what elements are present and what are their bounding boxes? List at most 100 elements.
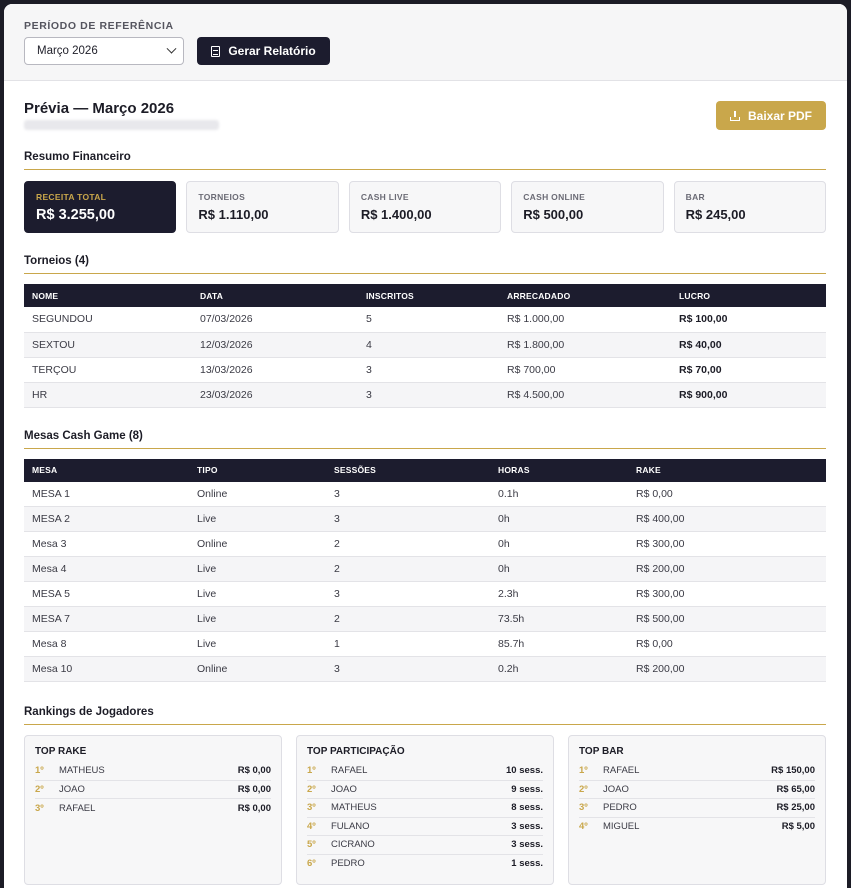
cell: SEGUNDOU	[24, 307, 192, 333]
cell: 2	[326, 531, 490, 557]
period-toolbar: PERÍODO DE REFERÊNCIA Março 2026 Gerar R…	[4, 4, 847, 81]
player-name: FULANO	[331, 820, 370, 832]
cell: R$ 0,00	[628, 631, 826, 657]
player-value: 9 sess.	[511, 783, 543, 795]
cell: 0h	[490, 531, 628, 557]
player-name: JOAO	[603, 783, 629, 795]
list-item: 1º MATHEUS R$ 0,00	[35, 762, 271, 781]
player-name: PEDRO	[331, 858, 365, 870]
period-label: PERÍODO DE REFERÊNCIA	[24, 20, 174, 32]
cell: R$ 200,00	[628, 556, 826, 582]
cell: Mesa 10	[24, 656, 189, 682]
download-icon	[729, 110, 740, 121]
column-header: MESA	[24, 458, 189, 482]
period-controls: Março 2026 Gerar Relatório	[24, 37, 330, 65]
player-name: RAFAEL	[59, 802, 96, 814]
table-row: SEXTOU 12/03/2026 4 R$ 1.800,00 R$ 40,00	[24, 332, 826, 358]
player-name: MATHEUS	[59, 765, 105, 777]
cell: 23/03/2026	[192, 382, 358, 408]
cell: 13/03/2026	[192, 357, 358, 383]
rank-position: 2º	[579, 783, 588, 795]
player-value: R$ 150,00	[771, 765, 815, 777]
preview-title: Prévia — Março 2026	[24, 100, 175, 117]
chevron-down-icon	[166, 43, 177, 54]
player-name: CICRANO	[331, 839, 375, 851]
cell: Mesa 3	[24, 531, 189, 557]
card-value: R$ 1.400,00	[360, 207, 432, 222]
table-row: MESA 5 Live 3 2.3h R$ 300,00	[24, 581, 826, 607]
cell: 3	[326, 656, 490, 682]
preview-header: Prévia — Março 2026 Baixar PDF	[24, 81, 826, 151]
period-select[interactable]: Março 2026	[24, 37, 184, 65]
rank-position: 3º	[35, 802, 44, 814]
tournaments-table: NOME DATA INSCRITOS ARRECADADO LUCRO SEG…	[24, 284, 826, 408]
rank-position: 4º	[307, 820, 316, 832]
cell: TERÇOU	[24, 357, 192, 383]
rank-position: 1º	[35, 765, 44, 777]
cell: 3	[326, 581, 490, 607]
table-row: MESA 1 Online 3 0.1h R$ 0,00	[24, 481, 826, 507]
table-row: Mesa 4 Live 2 0h R$ 200,00	[24, 556, 826, 582]
cell: R$ 70,00	[671, 357, 826, 383]
cell: R$ 200,00	[628, 656, 826, 682]
generate-report-button[interactable]: Gerar Relatório	[197, 37, 330, 65]
card-label: RECEITA TOTAL	[36, 192, 107, 202]
column-header: SESSÕES	[326, 458, 490, 482]
player-value: R$ 0,00	[237, 802, 271, 814]
table-row: HR 23/03/2026 3 R$ 4.500,00 R$ 900,00	[24, 382, 826, 408]
rank-position: 5º	[307, 839, 316, 851]
cell: Live	[189, 606, 326, 632]
card-label: CASH LIVE	[360, 192, 409, 202]
cell: HR	[24, 382, 192, 408]
document-icon	[211, 45, 221, 57]
table-header-row: NOME DATA INSCRITOS ARRECADADO LUCRO	[24, 284, 826, 307]
table-row: TERÇOU 13/03/2026 3 R$ 700,00 R$ 70,00	[24, 357, 826, 383]
ranking-top-participation: TOP PARTICIPAÇÃO 1º RAFAEL 10 sess. 2º JOAO…	[296, 735, 554, 885]
player-value: R$ 0,00	[237, 783, 271, 795]
player-value: 3 sess.	[511, 839, 543, 851]
cell: R$ 300,00	[628, 581, 826, 607]
cell: Live	[189, 556, 326, 582]
player-name: RAFAEL	[603, 765, 640, 777]
player-value: 3 sess.	[511, 820, 543, 832]
table-row: MESA 7 Live 2 73.5h R$ 500,00	[24, 606, 826, 632]
table-row: Mesa 3 Online 2 0h R$ 300,00	[24, 531, 826, 557]
cell: 2.3h	[490, 581, 628, 607]
summary-card-cash-online: CASH ONLINE R$ 500,00	[511, 181, 664, 233]
player-name: JOAO	[59, 783, 85, 795]
column-header: INSCRITOS	[358, 284, 499, 307]
cell: Online	[189, 656, 326, 682]
cell: R$ 40,00	[671, 332, 826, 358]
list-item: 5º CICRANO 3 sess.	[307, 836, 543, 855]
column-header: LUCRO	[671, 284, 826, 307]
list-item: 2º JOAO R$ 65,00	[579, 781, 815, 799]
cell: Live	[189, 581, 326, 607]
player-value: R$ 65,00	[776, 783, 815, 795]
player-value: 8 sess.	[511, 802, 543, 814]
cell: 85.7h	[490, 631, 628, 657]
cell: SEXTOU	[24, 332, 192, 358]
player-value: 10 sess.	[506, 765, 543, 777]
cell: Live	[189, 631, 326, 657]
ranking-title: TOP RAKE	[35, 746, 87, 757]
cell: R$ 400,00	[628, 506, 826, 532]
cash-tables-table: MESA TIPO SESSÕES HORAS RAKE MESA 1 Onli…	[24, 458, 826, 682]
download-pdf-button[interactable]: Baixar PDF	[716, 101, 826, 130]
summary-cards: RECEITA TOTAL R$ 3.255,00 TORNEIOS R$ 1.…	[24, 181, 827, 233]
download-pdf-label: Baixar PDF	[747, 108, 813, 123]
player-name: MIGUEL	[603, 821, 640, 833]
list-item: 6º PEDRO 1 sess.	[307, 855, 543, 874]
cell: 0.2h	[490, 656, 628, 682]
column-header: DATA	[192, 284, 358, 307]
rank-position: 1º	[579, 765, 588, 777]
table-row: Mesa 8 Live 1 85.7h R$ 0,00	[24, 631, 826, 657]
list-item: 3º PEDRO R$ 25,00	[579, 799, 815, 818]
column-header: NOME	[24, 284, 192, 307]
cell: R$ 700,00	[499, 357, 671, 383]
rank-position: 1º	[307, 765, 316, 777]
cell: 0.1h	[490, 481, 628, 507]
player-name: PEDRO	[603, 802, 637, 814]
cell: 73.5h	[490, 606, 628, 632]
column-header: RAKE	[628, 458, 826, 482]
cell: 1	[326, 631, 490, 657]
